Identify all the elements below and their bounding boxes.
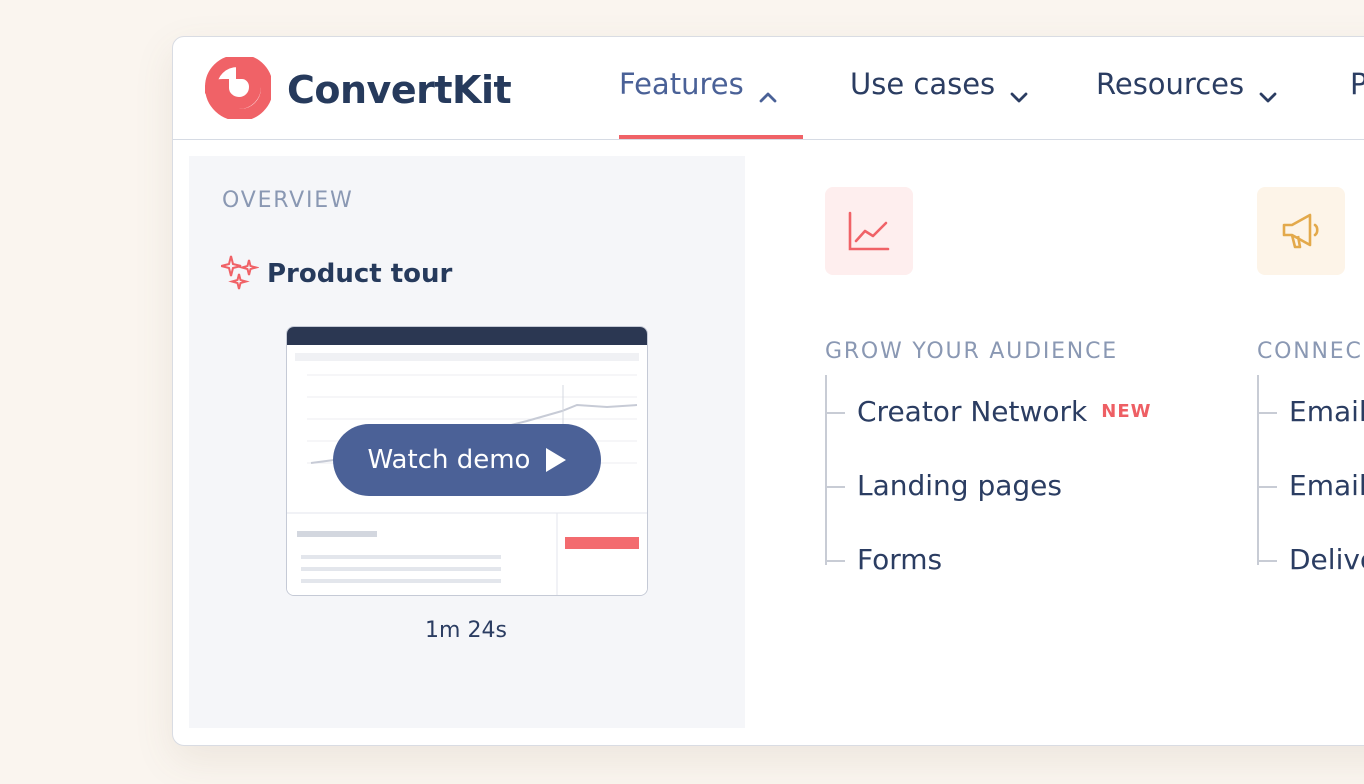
- grow-audience-column-icon: [825, 187, 913, 275]
- thumbnail-app-header: [287, 327, 647, 345]
- menu-landing-pages[interactable]: Landing pages: [825, 469, 1062, 502]
- connect-heading: CONNEC: [1257, 339, 1363, 364]
- nav-use-cases-label: Use cases: [850, 67, 996, 101]
- active-tab-indicator: [619, 135, 803, 139]
- connect-column-icon: [1257, 187, 1345, 275]
- product-tour-link[interactable]: Product tour: [220, 254, 453, 294]
- nav-resources[interactable]: Resources: [1096, 67, 1278, 139]
- landing-pages-label: Landing pages: [857, 469, 1062, 502]
- deliverability-label: Delive: [1289, 543, 1364, 576]
- megaphone-icon: [1257, 187, 1345, 275]
- tree-line: [825, 375, 827, 565]
- email-1-label: Email: [1289, 395, 1364, 428]
- chart-line-icon: [825, 187, 913, 275]
- menu-creator-network[interactable]: Creator Network NEW: [824, 395, 1152, 428]
- forms-label: Forms: [857, 543, 943, 576]
- brand-name: ConvertKit: [287, 68, 512, 112]
- creator-network-label: Creator Network: [857, 395, 1088, 428]
- grow-audience-heading: GROW YOUR AUDIENCE: [825, 339, 1118, 364]
- nav-features[interactable]: Features: [619, 67, 778, 139]
- watch-demo-label: Watch demo: [367, 445, 531, 475]
- overview-heading: OVERVIEW: [222, 188, 354, 213]
- email-2-label: Email: [1289, 469, 1364, 502]
- menu-deliverability[interactable]: Delive: [1256, 543, 1364, 576]
- brand-logo[interactable]: ConvertKit: [201, 54, 512, 123]
- chevron-down-icon: [1009, 77, 1029, 111]
- menu-email-1[interactable]: Email: [1257, 395, 1364, 428]
- chevron-up-icon: [758, 77, 778, 111]
- features-dropdown-window: ConvertKit Features Use cases Resources …: [172, 36, 1364, 746]
- menu-email-2[interactable]: Email: [1257, 469, 1364, 502]
- overview-panel: OVERVIEW Product tour Watch demo 1m 24s: [189, 156, 745, 728]
- nav-features-label: Features: [619, 67, 744, 101]
- top-navigation: ConvertKit Features Use cases Resources …: [173, 37, 1364, 140]
- video-duration: 1m 24s: [425, 618, 507, 643]
- watch-demo-button[interactable]: Watch demo: [333, 424, 601, 496]
- play-icon: [546, 448, 567, 472]
- chevron-down-icon: [1258, 77, 1278, 111]
- menu-forms[interactable]: Forms: [824, 543, 943, 576]
- nav-item-partial-label: P: [1350, 67, 1364, 101]
- new-badge: NEW: [1101, 401, 1152, 422]
- nav-resources-label: Resources: [1096, 67, 1245, 101]
- sparkles-icon: [220, 254, 260, 294]
- product-tour-label: Product tour: [267, 259, 453, 289]
- tree-line: [1257, 375, 1259, 565]
- nav-use-cases[interactable]: Use cases: [850, 67, 1029, 139]
- convertkit-logo-icon: [201, 54, 274, 123]
- nav-item-partial[interactable]: P: [1350, 67, 1364, 139]
